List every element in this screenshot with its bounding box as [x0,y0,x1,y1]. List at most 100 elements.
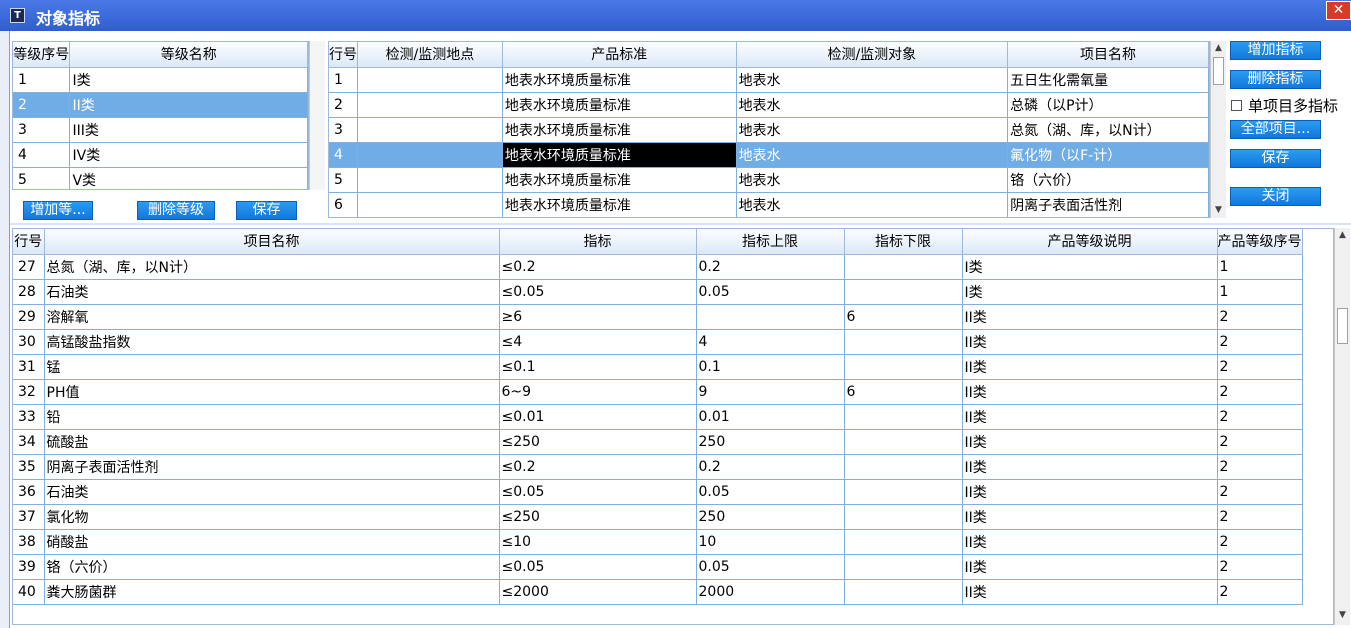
table-cell[interactable]: 硫酸盐 [44,429,500,455]
delete-grade-button[interactable]: 删除等级 [137,201,215,220]
table-cell[interactable]: 地表水环境质量标准 [502,192,737,217]
table-cell[interactable]: 地表水环境质量标准 [502,142,737,168]
table-cell[interactable]: 2 [1217,404,1303,430]
column-header[interactable]: 项目名称 [1007,42,1209,68]
table-cell[interactable]: ≤0.05 [499,554,697,580]
table-cell[interactable] [357,167,503,193]
table-cell[interactable]: 250 [696,429,845,455]
table-cell[interactable]: 2 [1217,379,1303,405]
table-cell[interactable] [844,429,963,455]
table-row[interactable]: 2 II类 [13,92,308,118]
table-row[interactable]: 2 地表水环境质量标准 地表水 总磷（以P计） [329,92,1209,118]
table-cell[interactable]: 29 [13,304,45,330]
table-cell[interactable]: 27 [13,254,45,280]
grade-grid[interactable]: 等级序号 等级名称 1 I类 2 II类 3 III类 4 IV类 5 V类 [12,41,309,190]
table-cell[interactable]: 39 [13,554,45,580]
table-cell[interactable]: ≤250 [499,429,697,455]
table-row[interactable]: 28 石油类 ≤0.05 0.05 I类 1 [13,279,1303,305]
table-cell[interactable]: 铅 [44,404,500,430]
scroll-up-icon[interactable]: ▲ [1211,41,1226,56]
table-cell[interactable]: 2 [13,92,71,118]
table-cell[interactable] [844,454,963,480]
table-cell[interactable]: 4 [329,142,358,168]
table-cell[interactable]: 0.05 [696,479,845,505]
standard-grid[interactable]: 行号 检测/监测地点 产品标准 检测/监测对象 项目名称 1 地表水环境质量标准 地表水 五日… [328,41,1210,218]
table-cell[interactable] [844,254,963,280]
table-cell[interactable]: 34 [13,429,45,455]
table-cell[interactable]: 2 [1217,354,1303,380]
table-cell[interactable] [357,117,503,143]
table-cell[interactable]: 2 [1217,579,1303,605]
table-cell[interactable]: II类 [962,579,1218,605]
table-cell[interactable]: 33 [13,404,45,430]
checkbox-box[interactable] [1231,100,1242,111]
table-cell[interactable]: 3 [329,117,358,143]
table-cell[interactable]: 地表水环境质量标准 [502,67,737,93]
scroll-down-icon[interactable]: ▼ [1211,203,1226,218]
table-cell[interactable]: 36 [13,479,45,505]
table-cell[interactable]: 粪大肠菌群 [44,579,500,605]
column-header[interactable]: 指标下限 [844,229,963,255]
table-cell[interactable]: 0.1 [696,354,845,380]
table-cell[interactable]: 1 [13,67,71,93]
table-cell[interactable] [357,192,503,217]
column-header[interactable]: 行号 [13,229,45,255]
table-cell[interactable]: 28 [13,279,45,305]
add-grade-button[interactable]: 增加等... [23,201,93,220]
table-row[interactable]: 29 溶解氧 ≥6 6 II类 2 [13,304,1303,330]
table-cell[interactable]: 35 [13,454,45,480]
table-cell[interactable]: 石油类 [44,479,500,505]
multi-indicator-checkbox[interactable]: 单项目多指标 [1231,95,1338,115]
indicator-grid-scrollbar[interactable]: ▲ ▼ [1334,228,1350,625]
table-cell[interactable]: 6 [844,379,963,405]
table-cell[interactable] [844,579,963,605]
column-header[interactable]: 等级序号 [13,42,71,68]
table-cell[interactable]: 31 [13,354,45,380]
table-cell[interactable]: 阴离子表面活性剂 [44,454,500,480]
table-cell[interactable]: 2 [1217,304,1303,330]
table-cell[interactable]: 2 [1217,529,1303,555]
table-cell[interactable]: 石油类 [44,279,500,305]
table-cell[interactable]: 硝酸盐 [44,529,500,555]
table-cell[interactable] [357,142,503,168]
table-cell[interactable]: 0.01 [696,404,845,430]
table-cell[interactable]: ≤4 [499,329,697,355]
save-indicator-button[interactable]: 保存 [1230,149,1321,168]
table-cell[interactable]: 40 [13,579,45,605]
column-header[interactable]: 检测/监测地点 [357,42,503,68]
table-cell[interactable] [844,279,963,305]
table-cell[interactable] [844,354,963,380]
table-cell[interactable] [844,554,963,580]
table-cell[interactable]: 37 [13,504,45,530]
save-grade-button[interactable]: 保存 [236,201,297,220]
table-cell[interactable]: 2 [1217,554,1303,580]
table-cell[interactable]: 铬（六价） [44,554,500,580]
table-row[interactable]: 40 粪大肠菌群 ≤2000 2000 II类 2 [13,579,1303,605]
column-header[interactable]: 指标上限 [696,229,845,255]
table-cell[interactable]: 0.2 [696,454,845,480]
table-cell[interactable]: 6 [844,304,963,330]
table-cell[interactable]: 地表水 [736,67,1009,93]
table-row[interactable]: 32 PH值 6~9 9 6 II类 2 [13,379,1303,405]
table-cell[interactable] [357,92,503,118]
table-cell[interactable]: 6~9 [499,379,697,405]
table-cell[interactable]: 阴离子表面活性剂 [1007,192,1209,217]
table-cell[interactable]: 高锰酸盐指数 [44,329,500,355]
table-cell[interactable]: 30 [13,329,45,355]
table-cell[interactable]: ≤0.1 [499,354,697,380]
table-cell[interactable]: 地表水 [736,167,1009,193]
table-cell[interactable]: ≤0.05 [499,279,697,305]
table-cell[interactable]: 4 [696,329,845,355]
indicator-grid[interactable]: 行号 项目名称 指标 指标上限 指标下限 产品等级说明 产品等级序号 27 总氮（湖、库，以N… [12,228,1334,625]
table-cell[interactable]: ≤2000 [499,579,697,605]
table-cell[interactable]: 9 [696,379,845,405]
table-cell[interactable]: 1 [1217,254,1303,280]
column-header[interactable]: 产品标准 [502,42,737,68]
table-cell[interactable] [844,529,963,555]
table-row[interactable]: 5 地表水环境质量标准 地表水 铬（六价） [329,167,1209,193]
all-items-button[interactable]: 全部项目... [1230,120,1321,139]
table-cell[interactable]: 5 [329,167,358,193]
table-cell[interactable]: 溶解氧 [44,304,500,330]
table-cell[interactable]: 地表水环境质量标准 [502,92,737,118]
table-cell[interactable] [844,329,963,355]
